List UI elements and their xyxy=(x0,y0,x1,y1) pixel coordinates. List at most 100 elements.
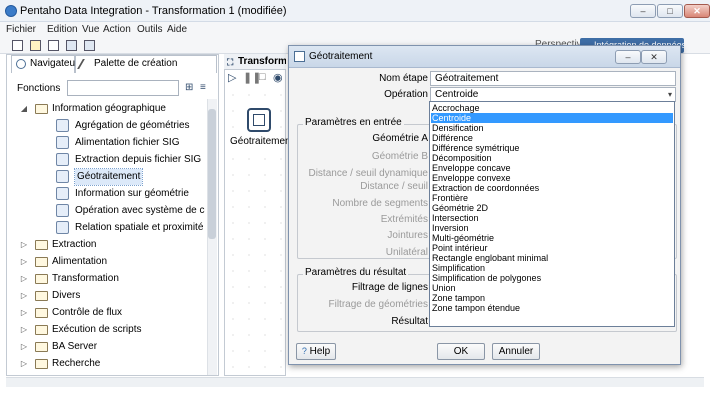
menu-aide[interactable]: Aide xyxy=(167,24,187,35)
tree-item-label: Agrégation de géométries xyxy=(75,120,190,131)
dropdown-option[interactable]: Décomposition xyxy=(431,153,673,163)
tree-item[interactable]: Alimentation fichier SIG xyxy=(7,135,205,151)
tree-folder[interactable]: ▷ Alimentation xyxy=(7,254,205,270)
tree-item[interactable]: Agrégation de géométries xyxy=(7,118,205,134)
tree-item[interactable]: Géotraitement xyxy=(7,168,205,186)
folder-icon xyxy=(35,291,48,301)
tree-item-label: Alimentation fichier SIG xyxy=(75,137,180,148)
new-file-icon[interactable] xyxy=(12,40,23,51)
collapsed-arrow-icon[interactable]: ▷ xyxy=(19,271,29,287)
preview-eye-icon[interactable]: ◉ xyxy=(273,71,283,84)
result-param-label: Filtrage de lignes xyxy=(351,282,428,293)
dropdown-option[interactable]: Rectangle englobant minimal xyxy=(431,253,673,263)
collapsed-arrow-icon[interactable]: ▷ xyxy=(19,356,29,372)
folder-icon xyxy=(35,257,48,267)
stop-icon[interactable]: □ xyxy=(259,71,266,83)
dropdown-option[interactable]: Point intérieur xyxy=(431,243,673,253)
step-name-input[interactable]: Géotraitement xyxy=(430,71,676,86)
tree-folder[interactable]: ▷ Divers xyxy=(7,288,205,304)
menu-outils[interactable]: Outils xyxy=(137,24,163,35)
minimize-button[interactable]: – xyxy=(630,4,656,18)
tree-item[interactable]: Information sur géométrie xyxy=(7,186,205,202)
help-button[interactable]: ? Help xyxy=(296,343,336,360)
canvas-toolbar: ▷ ❚❚ □ ◉ xyxy=(224,71,286,85)
dropdown-option[interactable]: Différence xyxy=(431,133,673,143)
save-as-icon[interactable] xyxy=(84,40,95,51)
collapsed-arrow-icon[interactable]: ▷ xyxy=(19,237,29,253)
collapsed-arrow-icon[interactable]: ▷ xyxy=(19,339,29,355)
input-param-label: Nombre de segments xyxy=(332,198,428,209)
menu-fichier[interactable]: Fichier xyxy=(6,24,36,35)
tree-item[interactable]: Opération avec système de coordonnées xyxy=(7,203,205,219)
tree-folder[interactable]: ▷ Contrôle de flux xyxy=(7,305,205,321)
dialog-title: Géotraitement xyxy=(309,51,373,62)
dropdown-option[interactable]: Géométrie 2D xyxy=(431,203,673,213)
dropdown-option[interactable]: Enveloppe convexe xyxy=(431,173,673,183)
tab-palette-creation[interactable]: Palette de création xyxy=(75,55,217,73)
dropdown-option[interactable]: Enveloppe concave xyxy=(431,163,673,173)
steps-tree: ◢ Information géographique Agrégation de g… xyxy=(7,100,205,375)
left-scrollbar-thumb[interactable] xyxy=(208,109,216,239)
tab-transformation-label: Transformation 1 xyxy=(238,56,286,67)
dropdown-option[interactable]: Frontière xyxy=(431,193,673,203)
tree-folder[interactable]: ▷ Transformation xyxy=(7,271,205,287)
tree-folder[interactable]: ◢ Information géographique xyxy=(7,101,205,117)
open-folder-icon[interactable] xyxy=(30,40,41,51)
menu-vue[interactable]: Vue xyxy=(82,24,99,35)
tree-folder[interactable]: ▷ Extraction xyxy=(7,237,205,253)
dropdown-option[interactable]: Zone tampon étendue xyxy=(431,303,673,313)
tree-folder[interactable]: ▷ BA Server xyxy=(7,339,205,355)
dropdown-option[interactable]: Densification xyxy=(431,123,673,133)
ok-button[interactable]: OK xyxy=(437,343,485,360)
dialog-close-button[interactable]: ✕ xyxy=(641,50,667,64)
menu-action[interactable]: Action xyxy=(103,24,131,35)
explore-repository-icon[interactable] xyxy=(48,40,59,51)
geotraitement-step-glyph xyxy=(253,114,265,126)
dropdown-option[interactable]: Centroide xyxy=(431,113,673,123)
folder-icon xyxy=(35,104,48,114)
dropdown-option[interactable]: Simplification xyxy=(431,263,673,273)
fonctions-search-input[interactable] xyxy=(67,80,179,96)
close-button[interactable]: ✕ xyxy=(684,4,710,18)
dropdown-option[interactable]: Extraction de coordonnées xyxy=(431,183,673,193)
tab-transformation[interactable]: ⛶ Transformation 1 xyxy=(224,54,286,70)
dropdown-option[interactable]: Différence symétrique xyxy=(431,143,673,153)
run-icon[interactable]: ▷ xyxy=(228,71,236,84)
dropdown-option[interactable]: Inversion xyxy=(431,223,673,233)
tab-navigateur[interactable]: Navigateur xyxy=(11,55,78,73)
collapsed-arrow-icon[interactable]: ▷ xyxy=(19,288,29,304)
tree-item-label: Opération avec système de coordonnées xyxy=(75,205,205,216)
dropdown-option[interactable]: Union xyxy=(431,283,673,293)
dropdown-option[interactable]: Multi-géométrie xyxy=(431,233,673,243)
dropdown-option[interactable]: Zone tampon xyxy=(431,293,673,303)
step-type-icon xyxy=(56,136,69,149)
collapsed-arrow-icon[interactable]: ▷ xyxy=(19,254,29,270)
menu-edition[interactable]: Edition xyxy=(47,24,78,35)
collapsed-arrow-icon[interactable]: ▷ xyxy=(19,305,29,321)
tree-folder[interactable]: ▷ Recherche xyxy=(7,356,205,372)
tree-item-label: Géotraitement xyxy=(73,168,144,186)
tree-item[interactable]: Relation spatiale et proximité xyxy=(7,220,205,236)
tree-item-label: Recherche xyxy=(52,358,101,369)
save-icon[interactable] xyxy=(66,40,77,51)
tree-item-label: Transformation xyxy=(52,273,119,284)
chevron-down-icon[interactable]: ▾ xyxy=(668,88,672,101)
tree-folder[interactable]: ▷ Exécution de scripts xyxy=(7,322,205,338)
transformation-icon: ⛶ xyxy=(227,57,234,67)
dialog-minimize-button[interactable]: – xyxy=(615,50,641,64)
expanded-arrow-icon[interactable]: ◢ xyxy=(19,101,29,117)
expand-all-icon[interactable]: ⊞ xyxy=(185,82,193,93)
dropdown-option[interactable]: Simplification de polygones xyxy=(431,273,673,283)
transformation-canvas[interactable] xyxy=(224,54,286,376)
tree-item[interactable]: Extraction depuis fichier SIG xyxy=(7,152,205,168)
cancel-button[interactable]: Annuler xyxy=(492,343,540,360)
dropdown-option[interactable]: Accrochage xyxy=(431,103,673,113)
bottom-scrollbar[interactable] xyxy=(6,377,704,387)
operation-select[interactable]: Centroide ▾ xyxy=(430,87,676,102)
collapsed-arrow-icon[interactable]: ▷ xyxy=(19,322,29,338)
dropdown-option[interactable]: Intersection xyxy=(431,213,673,223)
collapse-all-icon[interactable]: ≡ xyxy=(200,82,206,93)
maximize-button[interactable]: □ xyxy=(657,4,683,18)
step-type-icon xyxy=(56,119,69,132)
tree-item-label: Contrôle de flux xyxy=(52,307,123,318)
